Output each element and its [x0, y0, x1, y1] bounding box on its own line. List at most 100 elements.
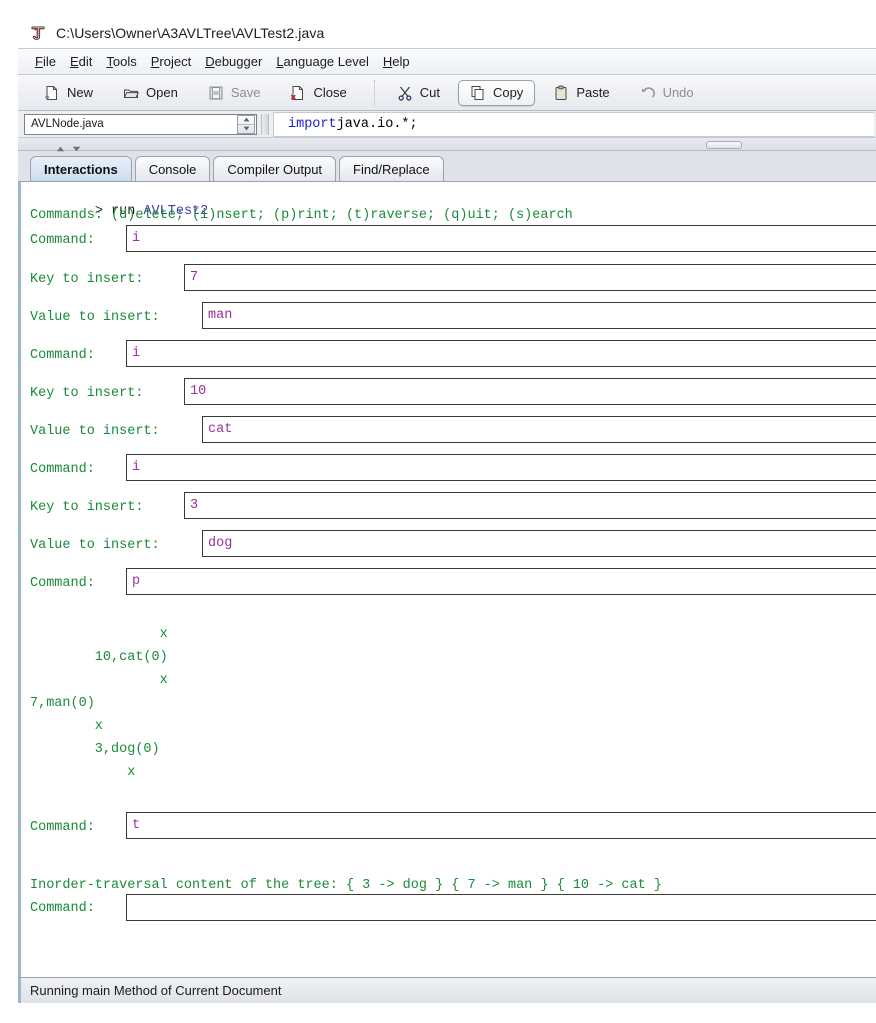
entry-label-2: Value to insert:	[30, 310, 160, 325]
tab-strip: Interactions Console Compiler Output Fin…	[18, 151, 876, 181]
close-file-icon	[290, 85, 306, 101]
save-disk-icon	[208, 85, 224, 101]
entry-label-10: Command:	[30, 820, 95, 835]
command-input-3-value: i	[132, 346, 141, 361]
value-input-2[interactable]: man	[202, 302, 876, 329]
undo-arrow-icon	[640, 85, 656, 101]
menu-debugger-label: ebugger	[214, 54, 263, 69]
command-input-6-value: i	[132, 460, 141, 475]
menu-help-label: elp	[392, 54, 410, 69]
scroll-down-arrow-icon[interactable]	[72, 140, 81, 155]
key-input-7-value: 3	[190, 498, 199, 513]
save-button-label: Save	[230, 85, 261, 100]
tree-line-2: x	[30, 673, 168, 688]
entry-label-0: Command:	[30, 233, 95, 248]
toolbar: New Open Save Close Cut Copy Paste Undo	[18, 75, 876, 111]
menu-file[interactable]: File	[28, 53, 63, 70]
tree-line-0: x	[30, 627, 168, 642]
undo-button-label: Undo	[662, 85, 694, 100]
value-input-2-value: man	[208, 308, 233, 323]
entry-label-3: Command:	[30, 348, 95, 363]
command-input-9-value: p	[132, 574, 141, 589]
command-input-0[interactable]: i	[126, 225, 876, 252]
document-spinner[interactable]	[237, 114, 255, 134]
undo-button[interactable]: Undo	[628, 80, 706, 106]
key-input-7[interactable]: 3	[184, 492, 876, 519]
cut-button[interactable]: Cut	[385, 80, 452, 106]
entry-label-5: Value to insert:	[30, 424, 160, 439]
value-input-8-value: dog	[208, 536, 233, 551]
document-pane-divider[interactable]	[261, 113, 269, 135]
save-button[interactable]: Save	[196, 80, 273, 106]
menu-tools[interactable]: Tools	[99, 53, 143, 70]
close-button-label: Close	[313, 85, 347, 100]
new-button-label: New	[67, 85, 94, 100]
menu-project-label: roject	[159, 54, 192, 69]
document-combo[interactable]: AVLNode.java	[24, 113, 257, 135]
command-input-11[interactable]	[126, 894, 876, 921]
command-input-3[interactable]: i	[126, 340, 876, 367]
copy-button[interactable]: Copy	[457, 79, 536, 106]
new-button[interactable]: New	[32, 80, 105, 106]
split-bar[interactable]	[18, 138, 876, 152]
command-input-10[interactable]: t	[126, 812, 876, 839]
menu-edit[interactable]: Edit	[63, 53, 99, 70]
window-title: C:\Users\Owner\A3AVLTree\AVLTest2.java	[56, 25, 325, 41]
entry-label-9: Command:	[30, 576, 95, 591]
paste-button[interactable]: Paste	[541, 80, 621, 106]
paste-button-label: Paste	[576, 85, 610, 100]
command-input-10-value: t	[132, 818, 141, 833]
spinner-up-icon[interactable]	[238, 116, 254, 124]
document-combo-value: AVLNode.java	[31, 118, 104, 130]
interactions-content: > run AVLTest2 Commands: (d)elete; (i)ns…	[21, 182, 876, 977]
key-input-1[interactable]: 7	[184, 264, 876, 291]
tab-interactions-label: Interactions	[44, 161, 118, 177]
key-input-4-value: 10	[190, 384, 207, 399]
tab-find-replace[interactable]: Find/Replace	[339, 156, 444, 181]
cut-button-label: Cut	[419, 85, 440, 100]
clipboard-icon	[553, 85, 569, 101]
tab-compiler-output-label: Compiler Output	[227, 161, 323, 177]
split-arrows[interactable]	[56, 140, 81, 155]
toolbar-separator	[373, 79, 376, 106]
menu-language-level-mnemonic: L	[276, 54, 284, 69]
tab-console[interactable]: Console	[134, 156, 211, 181]
entry-label-11: Command:	[30, 901, 95, 916]
menu-file-mnemonic: F	[35, 54, 43, 69]
document-selector-row: AVLNode.java import java.io.*;	[18, 111, 876, 138]
open-button[interactable]: Open	[111, 80, 190, 106]
split-pane-grip[interactable]	[706, 141, 742, 149]
interactions-pane[interactable]: > run AVLTest2 Commands: (d)elete; (i)ns…	[18, 181, 876, 977]
tree-line-1: 10,cat(0)	[30, 650, 168, 665]
command-input-6[interactable]: i	[126, 454, 876, 481]
menu-language-level-label: anguage Level	[283, 54, 369, 69]
entry-label-6: Command:	[30, 462, 95, 477]
menu-bar: File Edit Tools Project Debugger Languag…	[18, 49, 876, 75]
scroll-up-arrow-icon[interactable]	[56, 140, 65, 155]
key-input-4[interactable]: 10	[184, 378, 876, 405]
close-button[interactable]: Close	[278, 80, 358, 106]
menu-project[interactable]: Project	[144, 53, 198, 70]
tab-interactions[interactable]: Interactions	[30, 156, 132, 181]
tab-compiler-output[interactable]: Compiler Output	[213, 156, 337, 181]
menu-language-level[interactable]: Language Level	[269, 53, 376, 70]
key-input-1-value: 7	[190, 270, 199, 285]
tree-line-4: x	[30, 719, 103, 734]
menu-file-label: ile	[42, 54, 56, 69]
menu-edit-mnemonic: E	[69, 54, 79, 69]
command-input-9[interactable]: p	[126, 568, 876, 595]
code-preview-line: import java.io.*;	[273, 111, 874, 137]
commands-help-line: Commands: (d)elete; (i)nsert; (p)rint; (…	[30, 208, 573, 223]
spinner-down-icon[interactable]	[238, 123, 254, 133]
open-folder-icon	[123, 85, 139, 101]
menu-debugger-mnemonic: D	[205, 54, 215, 69]
code-rest: java.io.*;	[336, 116, 418, 132]
value-input-8[interactable]: dog	[202, 530, 876, 557]
entry-label-8: Value to insert:	[30, 538, 160, 553]
menu-debugger[interactable]: Debugger	[198, 53, 269, 70]
menu-help[interactable]: Help	[376, 53, 417, 70]
value-input-5-value: cat	[208, 422, 233, 437]
tree-line-3: 7,man(0)	[30, 696, 95, 711]
entry-label-1: Key to insert:	[30, 272, 144, 287]
value-input-5[interactable]: cat	[202, 416, 876, 443]
